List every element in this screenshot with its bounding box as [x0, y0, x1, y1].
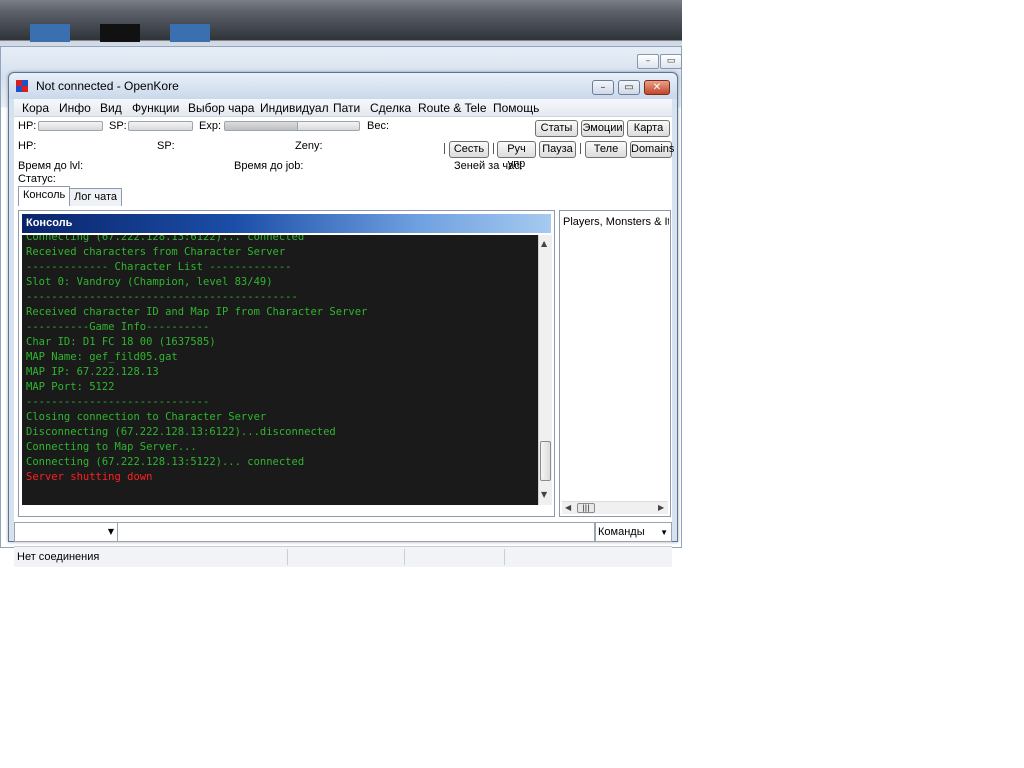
maximize-icon[interactable]: ▭ [660, 54, 682, 69]
domains-button[interactable]: Domains [630, 141, 674, 158]
openkore-window: Not connected - OpenKore – ▭ ✕ Кора Инфо… [8, 72, 678, 567]
menu-party[interactable]: Пати [333, 101, 360, 115]
chevron-down-icon: ▼ [660, 528, 668, 537]
tab-chat-log[interactable]: Лог чата [69, 188, 123, 206]
teleport-button[interactable]: Теле [585, 141, 627, 158]
command-row: ▼ Команды ▼ [14, 522, 672, 544]
maximize-icon[interactable]: ▭ [618, 80, 640, 95]
menu-individual[interactable]: Индивидуал [260, 101, 329, 115]
hp-label: HP: [18, 120, 37, 132]
toolbar-separator [444, 143, 445, 154]
console-line: Received character ID and Map IP from Ch… [26, 306, 368, 318]
scroll-down-icon[interactable]: ▼ [541, 490, 547, 499]
players-monsters-items-panel: Players, Monsters & Items ◀ ||| ▶ [559, 210, 671, 517]
scroll-thumb[interactable] [540, 441, 551, 481]
status-bar: Нет соединения [14, 546, 672, 567]
status-label: Статус: [18, 173, 56, 185]
menu-bar: Кора Инфо Вид Функции Выбор чара Индивид… [14, 99, 672, 117]
console-line: Closing connection to Character Server [26, 411, 267, 423]
scroll-left-icon[interactable]: ◀ [565, 503, 571, 512]
menu-help[interactable]: Помощь [493, 101, 539, 115]
console-lines: Connecting (67.222.128.13:6122)... conne… [26, 235, 367, 485]
pause-button[interactable]: Пауза [539, 141, 576, 158]
console-line: ----------------------------- [26, 396, 210, 408]
tab-console[interactable]: Консоль [18, 186, 71, 206]
desktop-icon [170, 24, 210, 42]
console-scrollbar[interactable]: ▲ ▼ [538, 235, 552, 505]
console-line: MAP Name: gef_fild05.gat [26, 351, 178, 363]
exp-label: Exp: [199, 120, 222, 132]
exp-bar [224, 121, 360, 131]
console-line: MAP IP: 67.222.128.13 [26, 366, 159, 378]
console-line: Connecting (67.222.128.13:5122)... conne… [26, 456, 305, 468]
console-line: Connecting to Map Server... [26, 441, 197, 453]
side-panel-hscrollbar[interactable]: ◀ ||| ▶ [562, 501, 668, 514]
close-icon[interactable]: ✕ [644, 80, 670, 95]
window-title: Not connected - OpenKore [36, 79, 179, 93]
hp2-label: HP: [18, 140, 37, 152]
minimize-icon[interactable]: – [592, 80, 614, 95]
commands-dropdown-label: Команды [598, 526, 645, 538]
scroll-right-icon[interactable]: ▶ [658, 503, 664, 512]
sp2-label: SP: [157, 140, 175, 152]
sp-bar [128, 121, 193, 131]
commands-dropdown[interactable]: Команды ▼ [595, 522, 672, 542]
menu-info[interactable]: Инфо [59, 101, 91, 115]
console-line: MAP Port: 5122 [26, 381, 115, 393]
console-line: ----------------------------------------… [26, 291, 298, 303]
console-line: Char ID: D1 FC 18 00 (1637585) [26, 336, 216, 348]
sp-label: SP: [109, 120, 127, 132]
console-header: Консоль [22, 214, 551, 233]
weight-label: Вес: [367, 120, 390, 132]
sit-button[interactable]: Сесть [449, 141, 489, 158]
command-input[interactable] [118, 522, 595, 542]
console-line: Disconnecting (67.222.128.13:6122)...dis… [26, 426, 336, 438]
console-output[interactable]: Connecting (67.222.128.13:6122)... conne… [22, 235, 538, 505]
console-line: ------------- Character List -----------… [26, 261, 292, 273]
hp-bar [38, 121, 103, 131]
menu-trade[interactable]: Сделка [370, 101, 411, 115]
toolbar-separator [493, 143, 494, 154]
menu-view[interactable]: Вид [100, 101, 122, 115]
side-panel-title: Players, Monsters & Items [563, 216, 669, 228]
minimize-icon[interactable]: – [637, 54, 659, 69]
emotion-button[interactable]: Эмоции [581, 120, 624, 137]
menu-kore[interactable]: Кора [22, 101, 49, 115]
zeny-label: Zeny: [295, 140, 323, 152]
time-job-label: Время до job: [234, 160, 304, 172]
console-line: Connecting (67.222.128.13:6122)... conne… [26, 235, 305, 243]
menu-char-select[interactable]: Выбор чара [188, 101, 254, 115]
time-lvl-label: Время до lvl: [18, 160, 84, 172]
menu-functions[interactable]: Функции [132, 101, 179, 115]
scroll-up-icon[interactable]: ▲ [541, 239, 547, 248]
console-error-line: Server shutting down [26, 471, 153, 483]
desktop-icon [100, 24, 140, 42]
desktop-icon [30, 24, 70, 42]
title-bar[interactable]: Not connected - OpenKore – ▭ ✕ [9, 73, 677, 99]
scroll-thumb[interactable]: ||| [577, 503, 595, 513]
openkore-logo-icon [16, 80, 28, 92]
menu-route-tele[interactable]: Route & Tele [418, 101, 487, 115]
client-area: Кора Инфо Вид Функции Выбор чара Индивид… [14, 99, 674, 567]
console-line: Slot 0: Vandroy (Champion, level 83/49) [26, 276, 273, 288]
connection-status: Нет соединения [17, 551, 100, 563]
toolbar-separator [580, 143, 581, 154]
target-select[interactable]: ▼ [14, 522, 118, 542]
map-button[interactable]: Карта [627, 120, 670, 137]
console-line: ----------Game Info---------- [26, 321, 210, 333]
chevron-down-icon: ▼ [107, 527, 114, 536]
console-line: Received characters from Character Serve… [26, 246, 286, 258]
manual-control-button[interactable]: Руч упр [497, 141, 536, 170]
console-panel: Консоль Connecting (67.222.128.13:6122).… [18, 210, 555, 517]
stats-button[interactable]: Статы [535, 120, 578, 137]
